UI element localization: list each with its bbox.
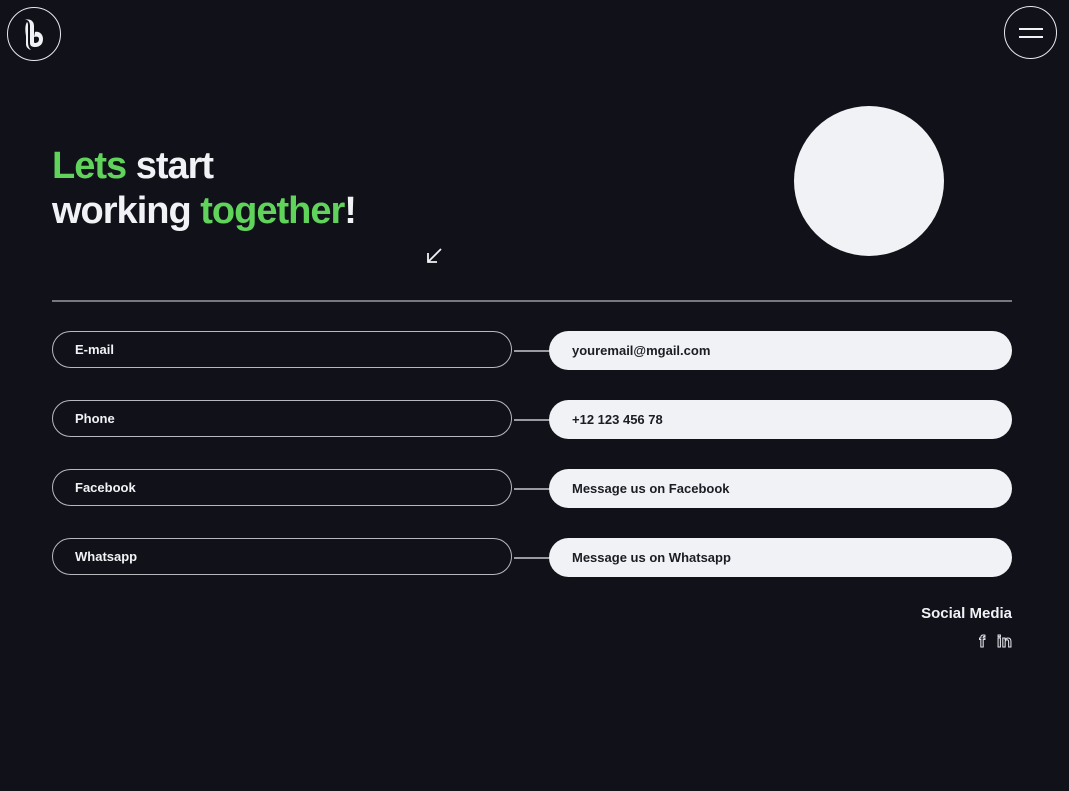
phone-link[interactable]: +12 123 456 78	[549, 400, 1012, 439]
brand-logo-icon	[24, 19, 43, 50]
headline-word-lets: Lets	[52, 145, 127, 187]
email-link[interactable]: youremail@mgail.com	[549, 331, 1012, 370]
whatsapp-link[interactable]: Message us on Whatsapp	[549, 538, 1012, 577]
headline-word-start: start	[126, 145, 214, 187]
whatsapp-label: Whatsapp	[52, 538, 512, 575]
connector-line	[514, 419, 550, 421]
social-media-heading: Social Media	[921, 605, 1012, 622]
menu-button[interactable]	[1004, 6, 1057, 59]
connector-line	[514, 350, 550, 352]
contact-row-email: E-mail youremail@mgail.com	[52, 331, 1012, 370]
headline-word-together: together	[200, 190, 345, 232]
email-label: E-mail	[52, 331, 512, 368]
facebook-icon[interactable]: f	[979, 632, 986, 652]
contact-row-phone: Phone +12 123 456 78	[52, 400, 1012, 439]
connector-line	[514, 488, 550, 490]
profile-image-placeholder	[794, 106, 944, 256]
page-headline: Lets start working together!	[52, 144, 357, 234]
facebook-label: Facebook	[52, 469, 512, 506]
headline-word-working: working	[52, 190, 201, 232]
contact-row-facebook: Facebook Message us on Facebook	[52, 469, 1012, 508]
arrow-down-left-icon	[427, 248, 442, 263]
contact-row-whatsapp: Whatsapp Message us on Whatsapp	[52, 538, 1012, 577]
connector-line	[514, 557, 550, 559]
section-divider	[52, 300, 1012, 302]
hamburger-menu-icon	[1018, 27, 1043, 38]
headline-exclamation: !	[344, 190, 357, 232]
social-icons: f in	[979, 632, 1013, 652]
phone-label: Phone	[52, 400, 512, 437]
linkedin-icon[interactable]: in	[996, 632, 1012, 652]
facebook-link[interactable]: Message us on Facebook	[549, 469, 1012, 508]
logo[interactable]	[7, 7, 61, 61]
